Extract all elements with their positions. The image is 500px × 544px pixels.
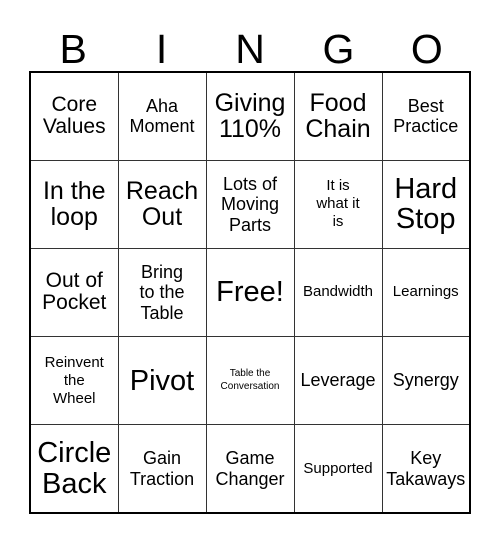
bingo-cell-label: Game Changer — [215, 448, 285, 489]
bingo-header: B I N G O — [29, 16, 471, 71]
bingo-cell-label: Leverage — [300, 370, 376, 391]
bingo-cell[interactable]: Gain Traction — [117, 424, 207, 514]
bingo-cell-label: Reach Out — [125, 176, 199, 232]
bingo-cell[interactable]: In the loop — [29, 159, 119, 249]
bingo-cell-label: Gain Traction — [129, 448, 195, 489]
bingo-cell[interactable]: Hard Stop — [381, 159, 471, 249]
bingo-cell-label: Synergy — [392, 370, 459, 391]
bingo-cell-label: Aha Moment — [129, 95, 195, 137]
bingo-cell-label: It is what it is — [316, 177, 360, 231]
bingo-cell-label: Table the Conversation — [220, 368, 280, 392]
bingo-cell-label: In the loop — [42, 176, 106, 232]
header-letter-n: N — [235, 26, 265, 72]
bingo-cell[interactable]: Reinvent the Wheel — [29, 336, 119, 426]
header-letter-i: I — [155, 26, 168, 72]
bingo-cell[interactable]: Bring to the Table — [117, 247, 207, 338]
bingo-cell-label: Lots of Moving Parts — [220, 173, 280, 235]
header-letter-b: B — [59, 26, 87, 72]
bingo-row: Circle Back Gain Traction Game Changer S… — [29, 424, 471, 514]
bingo-cell-label: Hard Stop — [394, 173, 458, 236]
bingo-cell[interactable]: Core Values — [29, 71, 119, 161]
bingo-cell[interactable]: Bandwidth — [293, 247, 383, 338]
bingo-cell[interactable]: Food Chain — [293, 71, 383, 161]
bingo-cell-label: Free! — [216, 276, 284, 309]
bingo-cell[interactable]: Table the Conversation — [205, 336, 295, 426]
bingo-cell[interactable]: Best Practice — [381, 71, 471, 161]
bingo-cell-label: Key Takaways — [386, 448, 466, 489]
bingo-cell-label: Bring to the Table — [139, 261, 185, 323]
bingo-cell[interactable]: Aha Moment — [117, 71, 207, 161]
bingo-cell-label: Out of Pocket — [42, 268, 107, 315]
bingo-cell-label: Supported — [303, 459, 373, 477]
bingo-row: Out of Pocket Bring to the Table Free! B… — [29, 247, 471, 338]
header-letter-o: O — [410, 26, 443, 72]
bingo-cell[interactable]: Giving 110% — [205, 71, 295, 161]
bingo-cell-label: Giving 110% — [214, 88, 286, 144]
bingo-cell-label: Learnings — [392, 283, 459, 301]
bingo-row: In the loop Reach Out Lots of Moving Par… — [29, 159, 471, 249]
bingo-grid: Core Values Aha Moment Giving 110% Food … — [29, 71, 471, 514]
bingo-cell-label: Bandwidth — [302, 283, 374, 301]
bingo-cell[interactable]: Out of Pocket — [29, 247, 119, 338]
bingo-cell[interactable]: Synergy — [381, 336, 471, 426]
bingo-cell-label: Pivot — [129, 364, 195, 397]
bingo-cell[interactable]: It is what it is — [293, 159, 383, 249]
bingo-cell-label: Reinvent the Wheel — [44, 353, 104, 407]
bingo-cell[interactable]: Reach Out — [117, 159, 207, 249]
bingo-row: Reinvent the Wheel Pivot Table the Conve… — [29, 336, 471, 426]
bingo-cell-label: Core Values — [42, 92, 106, 139]
bingo-cell-label: Circle Back — [37, 437, 112, 500]
bingo-card: B I N G O Core Values Aha Moment Giving … — [29, 16, 471, 514]
bingo-cell-free[interactable]: Free! — [205, 247, 295, 338]
bingo-cell[interactable]: Pivot — [117, 336, 207, 426]
bingo-cell[interactable]: Leverage — [293, 336, 383, 426]
header-letter-g: G — [322, 26, 355, 72]
bingo-cell[interactable]: Circle Back — [29, 424, 119, 514]
bingo-cell-label: Food Chain — [305, 88, 371, 144]
bingo-row: Core Values Aha Moment Giving 110% Food … — [29, 71, 471, 161]
bingo-cell[interactable]: Learnings — [381, 247, 471, 338]
bingo-cell[interactable]: Game Changer — [205, 424, 295, 514]
bingo-cell[interactable]: Key Takaways — [381, 424, 471, 514]
bingo-cell[interactable]: Supported — [293, 424, 383, 514]
bingo-cell[interactable]: Lots of Moving Parts — [205, 159, 295, 249]
bingo-cell-label: Best Practice — [393, 95, 459, 137]
